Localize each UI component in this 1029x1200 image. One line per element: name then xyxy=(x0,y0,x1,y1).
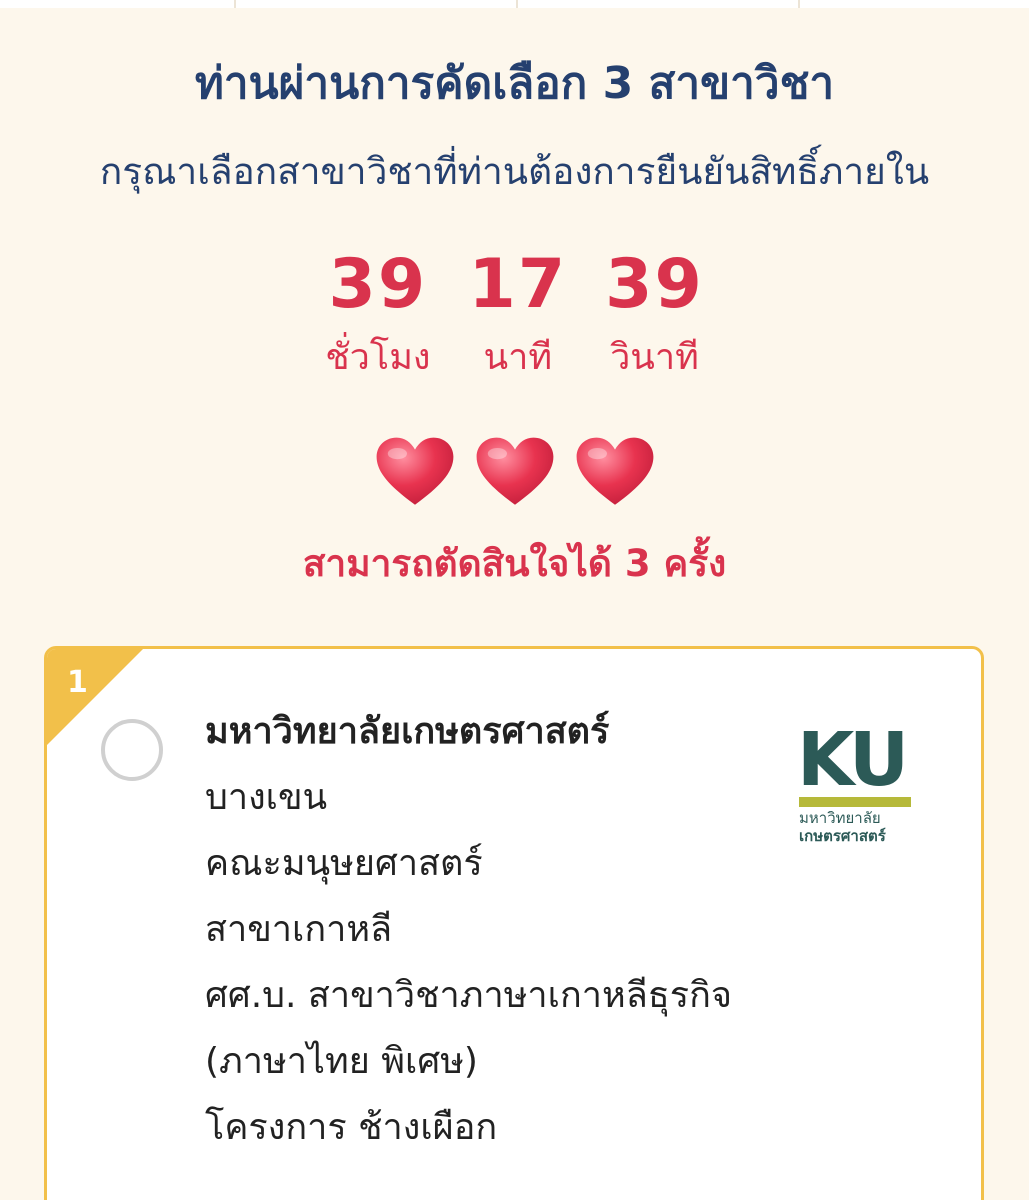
page-title: ท่านผ่านการคัดเลือก 3 สาขาวิชา xyxy=(194,58,835,109)
tab-divider xyxy=(516,0,518,8)
countdown-seconds-value: 39 xyxy=(605,245,704,324)
countdown-minutes-label: นาที xyxy=(483,337,553,378)
university-name: มหาวิทยาลัยเกษตรศาสตร์ xyxy=(205,711,610,752)
logo-bar xyxy=(799,797,911,807)
choice-details: มหาวิทยาลัยเกษตรศาสตร์ บางเขน คณะมนุษยศา… xyxy=(205,699,732,1161)
choice-radio-button[interactable] xyxy=(101,719,163,781)
logo-letters: KU xyxy=(797,717,905,803)
countdown-minutes: 17 นาที xyxy=(469,244,568,382)
countdown-seconds: 39 วินาที xyxy=(605,244,704,382)
top-tab-strip xyxy=(0,0,1029,8)
countdown-hours: 39 ชั่วโมง xyxy=(325,244,430,382)
rank-number: 1 xyxy=(67,665,88,700)
faculty-name: คณะมนุษยศาสตร์ xyxy=(205,843,483,884)
countdown-timer: 39 ชั่วโมง 17 นาที 39 วินาที xyxy=(0,244,1029,382)
major-name: สาขาเกาหลี xyxy=(205,909,393,950)
tab-divider xyxy=(234,0,236,8)
countdown-hours-value: 39 xyxy=(328,245,428,324)
remaining-chances-text: สามารถตัดสินใจได้ 3 ครั้ง xyxy=(302,542,727,585)
countdown-minutes-value: 17 xyxy=(468,245,568,324)
choice-card[interactable]: 1 มหาวิทยาลัยเกษตรศาสตร์ บางเขน คณะมนุษย… xyxy=(44,646,984,1200)
tab-divider xyxy=(798,0,800,8)
heart-icon xyxy=(576,437,653,505)
result-page: ท่านผ่านการคัดเลือก 3 สาขาวิชา กรุณาเลือ… xyxy=(0,0,1029,1200)
heart-icon xyxy=(476,437,553,505)
logo-line1: มหาวิทยาลัย xyxy=(799,809,881,827)
program-name: ศศ.บ. สาขาวิชาภาษาเกาหลีธุรกิจ xyxy=(205,975,732,1016)
campus-name: บางเขน xyxy=(205,777,328,818)
logo-line2: เกษตรศาสตร์ xyxy=(799,827,887,845)
countdown-seconds-label: วินาที xyxy=(610,337,699,378)
university-logo: KU มหาวิทยาลัย เกษตรศาสตร์ xyxy=(797,717,911,845)
program-note: (ภาษาไทย พิเศษ) xyxy=(205,1041,478,1082)
countdown-hours-label: ชั่วโมง xyxy=(325,337,431,378)
remaining-chances-hearts xyxy=(0,436,1029,508)
heart-icon xyxy=(376,437,453,505)
page-subtitle: กรุณาเลือกสาขาวิชาที่ท่านต้องการยืนยันสิ… xyxy=(99,150,930,193)
project-name: โครงการ ช้างเผือก xyxy=(205,1107,498,1148)
